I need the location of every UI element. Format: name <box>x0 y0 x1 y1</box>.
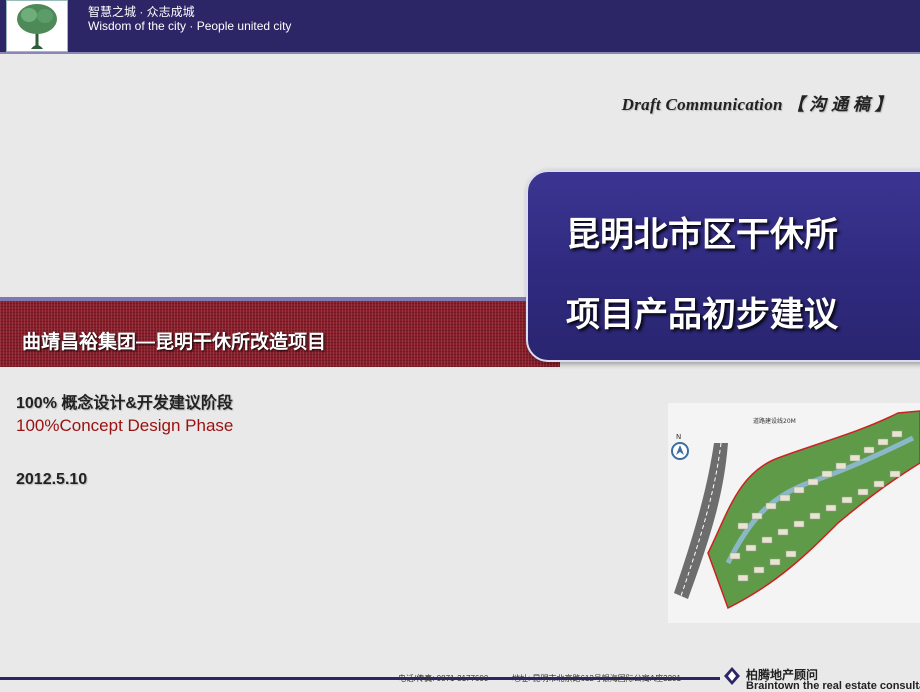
tagline-english: Wisdom of the city · People united city <box>88 19 292 33</box>
brand-name-english: Braintown the real estate consultant <box>746 680 920 692</box>
footer-address: 地址: 昆明市北京路612号银海国际公寓A座3201 <box>512 674 681 683</box>
title-line-1: 昆明北市区干休所 <box>566 216 838 254</box>
phase-english: 100%Concept Design Phase <box>16 416 234 435</box>
city-tree-logo-icon <box>6 0 68 52</box>
title-line-2: 项目产品初步建议 <box>566 296 838 334</box>
svg-text:N: N <box>676 433 681 441</box>
braintown-logo-icon <box>723 666 741 686</box>
header-divider <box>0 52 920 54</box>
project-subtitle: 曲靖昌裕集团—昆明干休所改造项目 <box>22 332 327 353</box>
svg-text:道路建设线20M: 道路建设线20M <box>753 417 796 425</box>
footer-contact: 电话/传真: 0871-3177600 <box>398 674 489 683</box>
site-plan-image: N 道路建设线20M <box>668 403 920 623</box>
tagline-chinese: 智慧之城 · 众志成城 <box>88 5 195 19</box>
document-date: 2012.5.10 <box>16 471 88 488</box>
draft-communication-label: Draft Communication 【 沟 通 稿 】 <box>621 95 892 114</box>
phase-chinese: 100% 概念设计&开发建议阶段 <box>16 395 233 412</box>
